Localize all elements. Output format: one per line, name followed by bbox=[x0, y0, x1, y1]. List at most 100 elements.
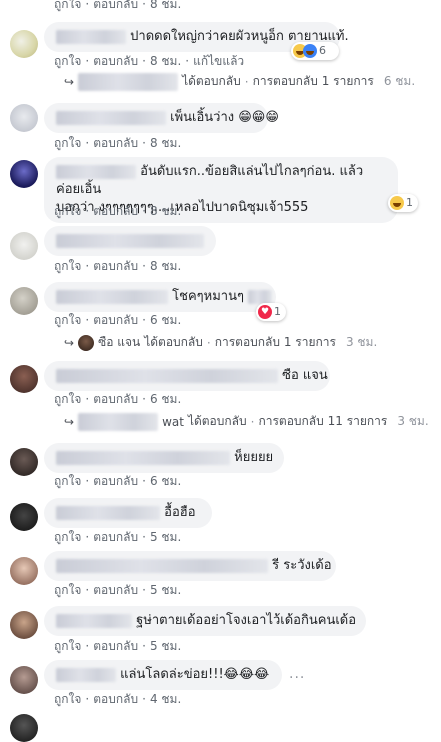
like-link[interactable]: ถูกใจ bbox=[54, 392, 81, 406]
like-link[interactable]: ถูกใจ bbox=[54, 474, 81, 488]
comment-bubble: รี ระวังเด้อ bbox=[44, 551, 336, 581]
blurred-name bbox=[56, 29, 126, 44]
comment-meta: ถูกใจ · ตอบกลับ · 5 ชม. bbox=[54, 639, 182, 653]
comment-meta: ถูกใจ · ตอบกลับ · 8 ชม. · แก้ไขแล้ว bbox=[54, 54, 245, 68]
timestamp: 6 ชม. bbox=[149, 474, 182, 488]
comment-bubble: โชคๆหมานๆ bbox=[44, 282, 276, 312]
timestamp: 8 ชม. bbox=[149, 136, 182, 150]
avatar[interactable] bbox=[10, 557, 38, 585]
like-link[interactable]: ถูกใจ bbox=[54, 204, 81, 218]
reaction-badge[interactable]: 6 bbox=[291, 42, 339, 60]
reply-summary[interactable]: ↪ ซือ แจน ได้ตอบกลับ · การตอบกลับ 1 รายก… bbox=[64, 333, 377, 352]
avatar[interactable] bbox=[10, 232, 38, 260]
comment-meta: ถูกใจ · ตอบกลับ · 8 ชม. bbox=[54, 204, 182, 218]
comment-text: ฐษ่าตายเด้ออย่าโจงเอาไว้เด้อกินคนเด้อ bbox=[136, 613, 357, 628]
reply-link[interactable]: ตอบกลับ bbox=[93, 204, 138, 218]
like-link[interactable]: ถูกใจ bbox=[54, 136, 81, 150]
blurred-text bbox=[56, 233, 204, 248]
timestamp: 8 ชม. bbox=[149, 54, 182, 68]
avatar[interactable] bbox=[10, 448, 38, 476]
reply-time: 3 ชม. bbox=[397, 414, 429, 428]
reply-link[interactable]: ตอบกลับ bbox=[93, 530, 138, 544]
avatar[interactable] bbox=[10, 160, 38, 188]
blurred-name bbox=[56, 450, 230, 465]
avatar[interactable] bbox=[10, 611, 38, 639]
like-link[interactable]: ถูกใจ bbox=[54, 54, 81, 68]
reply-arrow-icon: ↪ bbox=[64, 335, 75, 350]
comment-text: ห็ยยยย bbox=[234, 450, 274, 465]
comment-meta-top: ถูกใจ · ตอบกลับ · 8 ชม. bbox=[54, 0, 181, 14]
edited-link[interactable]: แก้ไขแล้ว bbox=[193, 54, 244, 68]
like-link[interactable]: ถูกใจ bbox=[54, 0, 81, 11]
reply-count: การตอบกลับ 11 รายการ bbox=[258, 414, 388, 428]
reply-link[interactable]: ตอบกลับ bbox=[93, 639, 138, 653]
comment-bubble: อื้อฮือ bbox=[44, 498, 212, 528]
comment-bubble: เพ็นเอิ้นว่าง 😁😁😁 bbox=[44, 103, 279, 133]
like-link[interactable]: ถูกใจ bbox=[54, 692, 81, 706]
reply-arrow-icon: ↪ bbox=[64, 74, 75, 89]
reply-link[interactable]: ตอบกลับ bbox=[93, 692, 138, 706]
timestamp: 8 ชม. bbox=[149, 0, 182, 11]
reply-author: ซือ แจน bbox=[98, 335, 141, 349]
comment-text: ซือ แจน bbox=[282, 368, 328, 383]
timestamp: 5 ชม. bbox=[149, 583, 182, 597]
comment-bubble: แล่นโลดล่ะข่อย!!!😂😂😂 bbox=[44, 660, 282, 690]
reply-link[interactable]: ตอบกลับ bbox=[93, 474, 138, 488]
comment-text: โชคๆหมานๆ bbox=[172, 289, 244, 304]
blurred-name bbox=[56, 110, 166, 125]
avatar[interactable] bbox=[10, 287, 38, 315]
like-link[interactable]: ถูกใจ bbox=[54, 583, 81, 597]
reply-action: ได้ตอบกลับ bbox=[187, 414, 247, 428]
reply-count: การตอบกลับ 1 รายการ bbox=[252, 74, 374, 88]
reply-avatar bbox=[78, 334, 95, 351]
avatar[interactable] bbox=[10, 104, 38, 132]
like-link[interactable]: ถูกใจ bbox=[54, 639, 81, 653]
reply-link[interactable]: ตอบกลับ bbox=[93, 54, 138, 68]
blurred-name bbox=[56, 558, 268, 573]
heart-icon: ♥ bbox=[258, 305, 272, 319]
timestamp: 4 ชม. bbox=[149, 692, 182, 706]
reply-arrow-icon: ↪ bbox=[64, 414, 75, 429]
reply-count: การตอบกลับ 1 รายการ bbox=[214, 335, 336, 349]
comment-text: แล่นโลดล่ะข่อย!!!😂😂😂 bbox=[120, 667, 270, 682]
like-link[interactable]: ถูกใจ bbox=[54, 259, 81, 273]
reply-link[interactable]: ตอบกลับ bbox=[93, 259, 138, 273]
reaction-badge[interactable]: ♥ 1 bbox=[256, 303, 286, 321]
reply-link[interactable]: ตอบกลับ bbox=[93, 392, 138, 406]
timestamp: 8 ชม. bbox=[149, 259, 182, 273]
like-link[interactable]: ถูกใจ bbox=[54, 530, 81, 544]
blurred-text bbox=[248, 289, 273, 304]
reply-summary[interactable]: ↪ ได้ตอบกลับ · การตอบกลับ 1 รายการ 6 ชม. bbox=[64, 72, 415, 91]
timestamp: 5 ชม. bbox=[149, 530, 182, 544]
comment-meta: ถูกใจ · ตอบกลับ · 8 ชม. bbox=[54, 259, 182, 273]
blurred-name bbox=[56, 164, 136, 179]
avatar[interactable] bbox=[10, 666, 38, 694]
timestamp: 5 ชม. bbox=[149, 639, 182, 653]
avatar[interactable] bbox=[10, 30, 38, 58]
blurred-name bbox=[78, 412, 159, 431]
comment-meta: ถูกใจ · ตอบกลับ · 6 ชม. bbox=[54, 392, 182, 406]
comment-meta: ถูกใจ · ตอบกลับ · 6 ชม. bbox=[54, 313, 182, 327]
reaction-badge[interactable]: 1 bbox=[388, 194, 418, 212]
blurred-name bbox=[56, 289, 168, 304]
reply-author-suffix: wat bbox=[162, 414, 184, 429]
like-link[interactable]: ถูกใจ bbox=[54, 313, 81, 327]
timestamp: 6 ชม. bbox=[149, 313, 182, 327]
reply-link[interactable]: ตอบกลับ bbox=[93, 313, 138, 327]
avatar[interactable] bbox=[10, 503, 38, 531]
comment-text: อื้อฮือ bbox=[164, 505, 196, 520]
reply-link[interactable]: ตอบกลับ bbox=[93, 0, 138, 11]
avatar[interactable] bbox=[10, 365, 38, 393]
timestamp: 8 ชม. bbox=[149, 204, 182, 218]
blurred-name bbox=[56, 667, 116, 682]
comment-meta: ถูกใจ · ตอบกลับ · 5 ชม. bbox=[54, 583, 182, 597]
blurred-name bbox=[56, 368, 278, 383]
avatar[interactable] bbox=[10, 714, 38, 742]
more-options-icon[interactable]: ··· bbox=[289, 670, 305, 686]
reaction-count: 1 bbox=[274, 305, 281, 318]
reply-link[interactable]: ตอบกลับ bbox=[93, 583, 138, 597]
comment-text: เพ็นเอิ้นว่าง 😁😁😁 bbox=[170, 110, 279, 125]
reply-link[interactable]: ตอบกลับ bbox=[93, 136, 138, 150]
reply-summary[interactable]: ↪ wat ได้ตอบกลับ · การตอบกลับ 11 รายการ … bbox=[64, 412, 429, 431]
blurred-name bbox=[78, 72, 179, 91]
